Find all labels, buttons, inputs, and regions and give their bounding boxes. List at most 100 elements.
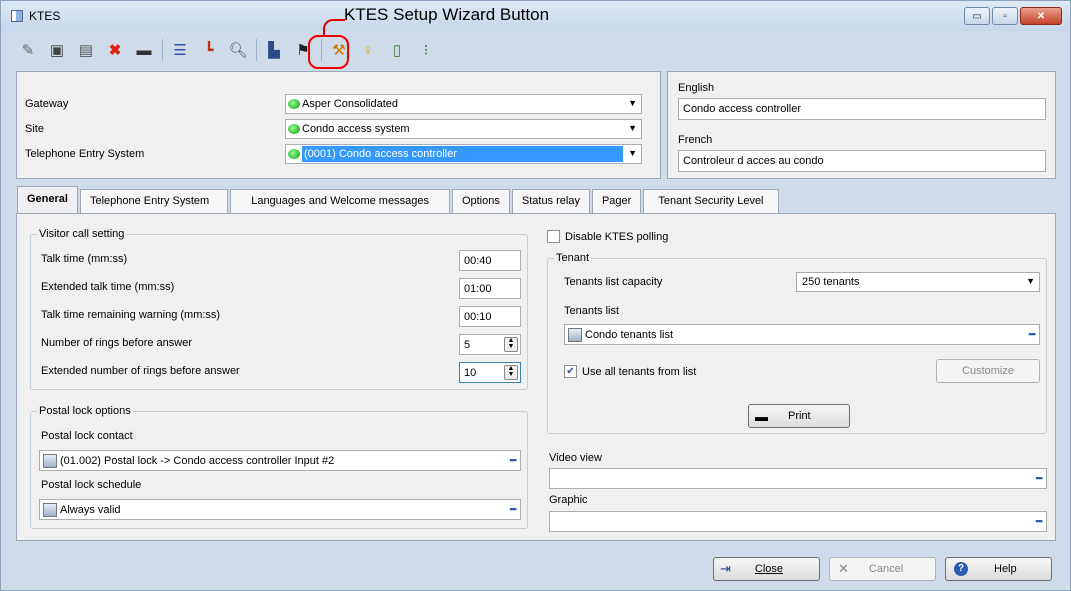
extended-talk-label: Extended talk time (mm:ss) bbox=[41, 281, 175, 293]
ext-rings-stepper[interactable]: 10 ▲ ▼ bbox=[459, 362, 521, 383]
link-icon[interactable]: ┗ bbox=[198, 39, 220, 61]
rings-label: Number of rings before answer bbox=[41, 337, 193, 349]
rings-stepper[interactable]: 5 ▲ ▼ bbox=[459, 334, 521, 355]
tab-strip: General Telephone Entry System Languages… bbox=[17, 186, 781, 213]
bulb-icon[interactable]: ♀ bbox=[357, 39, 379, 61]
disable-polling-checkbox[interactable]: Disable KTES polling bbox=[547, 230, 668, 243]
minimize-button[interactable]: ▭ bbox=[964, 7, 990, 25]
tenants-list-field[interactable]: Condo tenants list ▪▪▪ bbox=[564, 324, 1040, 345]
rings-value: 5 bbox=[464, 339, 471, 351]
postal-schedule-field[interactable]: Always valid ▪▪▪ bbox=[39, 499, 521, 520]
disable-polling-label: Disable KTES polling bbox=[565, 230, 669, 243]
english-field[interactable]: Condo access controller bbox=[678, 98, 1046, 120]
close-button[interactable]: ⇥ Close bbox=[713, 557, 820, 581]
browse-icon[interactable]: ▪▪▪ bbox=[509, 504, 517, 514]
new-icon[interactable]: ✎ bbox=[17, 39, 39, 61]
site-value: Condo access system bbox=[302, 123, 410, 135]
postal-schedule-value: Always valid bbox=[60, 503, 121, 516]
tab-status-relay[interactable]: Status relay bbox=[511, 189, 590, 213]
visitor-call-group: Visitor call setting Talk time (mm:ss) 0… bbox=[30, 228, 528, 390]
chevron-down-icon: ▼ bbox=[1026, 276, 1035, 286]
general-tab-panel: Visitor call setting Talk time (mm:ss) 0… bbox=[16, 213, 1056, 541]
chevron-down-icon: ▼ bbox=[628, 98, 637, 108]
save-as-icon[interactable]: ▤ bbox=[75, 39, 97, 61]
traffic-light-icon[interactable]: ⁝ bbox=[415, 39, 437, 61]
annotation-highlight bbox=[308, 35, 349, 69]
postal-contact-value: (01.002) Postal lock -> Condo access con… bbox=[60, 454, 335, 467]
remaining-warning-label: Talk time remaining warning (mm:ss) bbox=[41, 309, 221, 321]
setup-wizard-icon[interactable]: ▙ bbox=[263, 39, 285, 61]
print-button[interactable]: ▬ Print bbox=[748, 404, 850, 428]
browse-icon[interactable]: ▪▪▪ bbox=[1035, 473, 1043, 483]
graphic-label: Graphic bbox=[549, 494, 588, 506]
french-field[interactable]: Controleur d acces au condo bbox=[678, 150, 1046, 172]
postal-contact-label: Postal lock contact bbox=[41, 430, 133, 442]
toolbar-separator bbox=[162, 39, 163, 61]
browse-icon[interactable]: ▪▪▪ bbox=[1035, 516, 1043, 526]
tab-general[interactable]: General bbox=[17, 186, 78, 213]
tab-languages-welcome[interactable]: Languages and Welcome messages bbox=[230, 189, 450, 213]
save-icon[interactable]: ▣ bbox=[46, 39, 68, 61]
postal-contact-field[interactable]: (01.002) Postal lock -> Condo access con… bbox=[39, 450, 521, 471]
delete-icon[interactable]: ✖ bbox=[104, 39, 126, 61]
video-view-field[interactable]: ▪▪▪ bbox=[549, 468, 1047, 489]
spinner-icon[interactable]: ▲ ▼ bbox=[504, 365, 518, 380]
checkbox-checked-icon[interactable]: ✔ bbox=[564, 365, 577, 378]
capacity-label: Tenants list capacity bbox=[564, 276, 663, 288]
calendar-icon bbox=[43, 502, 57, 517]
search-icon[interactable]: 🔍︎ bbox=[227, 39, 249, 61]
print-icon[interactable]: ▬ bbox=[133, 39, 155, 61]
capacity-select[interactable]: 250 tenants ▼ bbox=[796, 272, 1040, 292]
gateway-value: Asper Consolidated bbox=[302, 98, 399, 110]
remaining-warning-input[interactable]: 00:10 bbox=[459, 306, 521, 327]
postal-lock-group: Postal lock options Postal lock contact … bbox=[30, 405, 528, 529]
exit-icon: ⇥ bbox=[720, 561, 731, 576]
checkbox-box[interactable] bbox=[547, 230, 560, 243]
extended-talk-input[interactable]: 01:00 bbox=[459, 278, 521, 299]
gateway-label: Gateway bbox=[25, 98, 69, 110]
video-view-label: Video view bbox=[549, 452, 602, 464]
footer-bar: ⇥ Close ✕ Cancel ? Help bbox=[1, 548, 1070, 590]
tenants-list-label: Tenants list bbox=[564, 305, 620, 317]
talk-time-input[interactable]: 00:40 bbox=[459, 250, 521, 271]
customize-button[interactable]: Customize bbox=[936, 359, 1040, 383]
help-button[interactable]: ? Help bbox=[945, 557, 1052, 581]
english-label: English bbox=[678, 82, 715, 94]
toolbar-separator bbox=[256, 39, 257, 61]
tab-pager[interactable]: Pager bbox=[591, 189, 642, 213]
tes-select[interactable]: (0001) Condo access controller ▼ bbox=[285, 144, 642, 164]
tab-tenant-security-level[interactable]: Tenant Security Level bbox=[643, 189, 779, 213]
tab-options[interactable]: Options bbox=[451, 189, 510, 213]
reader-icon[interactable]: ▯ bbox=[386, 39, 408, 61]
help-icon: ? bbox=[954, 562, 968, 576]
french-label: French bbox=[678, 134, 713, 146]
status-green-icon bbox=[288, 124, 300, 134]
gateway-select[interactable]: Asper Consolidated ▼ bbox=[285, 94, 642, 114]
window-controls: ▭ ▫ ✕ bbox=[964, 7, 1062, 25]
list-icon[interactable]: ☰ bbox=[169, 39, 191, 61]
tenants-list-value: Condo tenants list bbox=[585, 328, 674, 341]
graphic-field[interactable]: ▪▪▪ bbox=[549, 511, 1047, 532]
browse-icon[interactable]: ▪▪▪ bbox=[509, 455, 517, 465]
spinner-icon[interactable]: ▲ ▼ bbox=[504, 337, 518, 352]
print-label: Print bbox=[788, 410, 811, 422]
ext-rings-label: Extended number of rings before answer bbox=[41, 365, 240, 377]
ktes-window: KTES KTES Setup Wizard Button ▭ ▫ ✕ ✎ ▣ … bbox=[0, 0, 1071, 591]
browse-icon[interactable]: ▪▪▪ bbox=[1028, 329, 1036, 339]
close-window-button[interactable]: ✕ bbox=[1020, 7, 1062, 25]
use-all-tenants-label: Use all tenants from list bbox=[582, 365, 697, 378]
maximize-button[interactable]: ▫ bbox=[992, 7, 1018, 25]
tab-telephone-entry-system[interactable]: Telephone Entry System bbox=[79, 189, 229, 213]
window-title: KTES bbox=[29, 9, 61, 23]
chevron-down-icon: ▼ bbox=[628, 123, 637, 133]
annotation-label: KTES Setup Wizard Button bbox=[344, 5, 550, 24]
capacity-value: 250 tenants bbox=[802, 276, 860, 288]
window-icon bbox=[11, 10, 23, 22]
contact-icon bbox=[43, 453, 57, 468]
site-select[interactable]: Condo access system ▼ bbox=[285, 119, 642, 139]
annotation-arrow bbox=[323, 19, 345, 35]
cancel-button[interactable]: ✕ Cancel bbox=[829, 557, 936, 581]
use-all-tenants-checkbox[interactable]: ✔ Use all tenants from list bbox=[564, 365, 696, 378]
header-right-panel: English Condo access controller French C… bbox=[667, 71, 1056, 179]
printer-icon: ▬ bbox=[755, 408, 768, 424]
